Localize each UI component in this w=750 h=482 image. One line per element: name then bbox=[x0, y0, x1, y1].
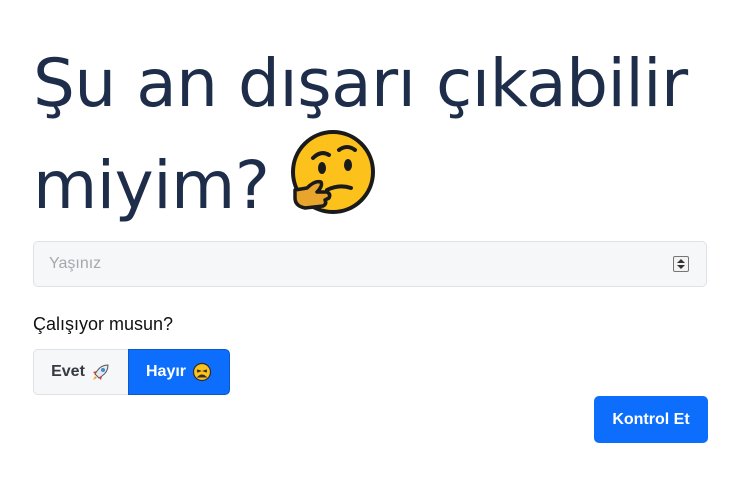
weary-face-icon bbox=[192, 362, 212, 382]
no-option-button[interactable]: Hayır bbox=[128, 349, 230, 395]
number-spinner[interactable] bbox=[673, 256, 689, 272]
spinner-down-icon[interactable] bbox=[677, 265, 685, 269]
check-button[interactable]: Kontrol Et bbox=[594, 396, 708, 443]
rocket-icon bbox=[92, 364, 109, 380]
no-option-label: Hayır bbox=[145, 363, 187, 380]
spinner-up-icon[interactable] bbox=[677, 259, 685, 263]
thinking-face-icon bbox=[291, 130, 376, 214]
working-options-group: Evet Hayır bbox=[33, 349, 230, 395]
page-title: Şu an dışarı çıkabilir miyim? bbox=[33, 40, 733, 230]
working-question-label: Çalışıyor musun? bbox=[33, 314, 174, 334]
age-input[interactable] bbox=[33, 241, 707, 287]
yes-option-button[interactable]: Evet bbox=[33, 349, 128, 395]
yes-option-label: Evet bbox=[51, 363, 85, 380]
